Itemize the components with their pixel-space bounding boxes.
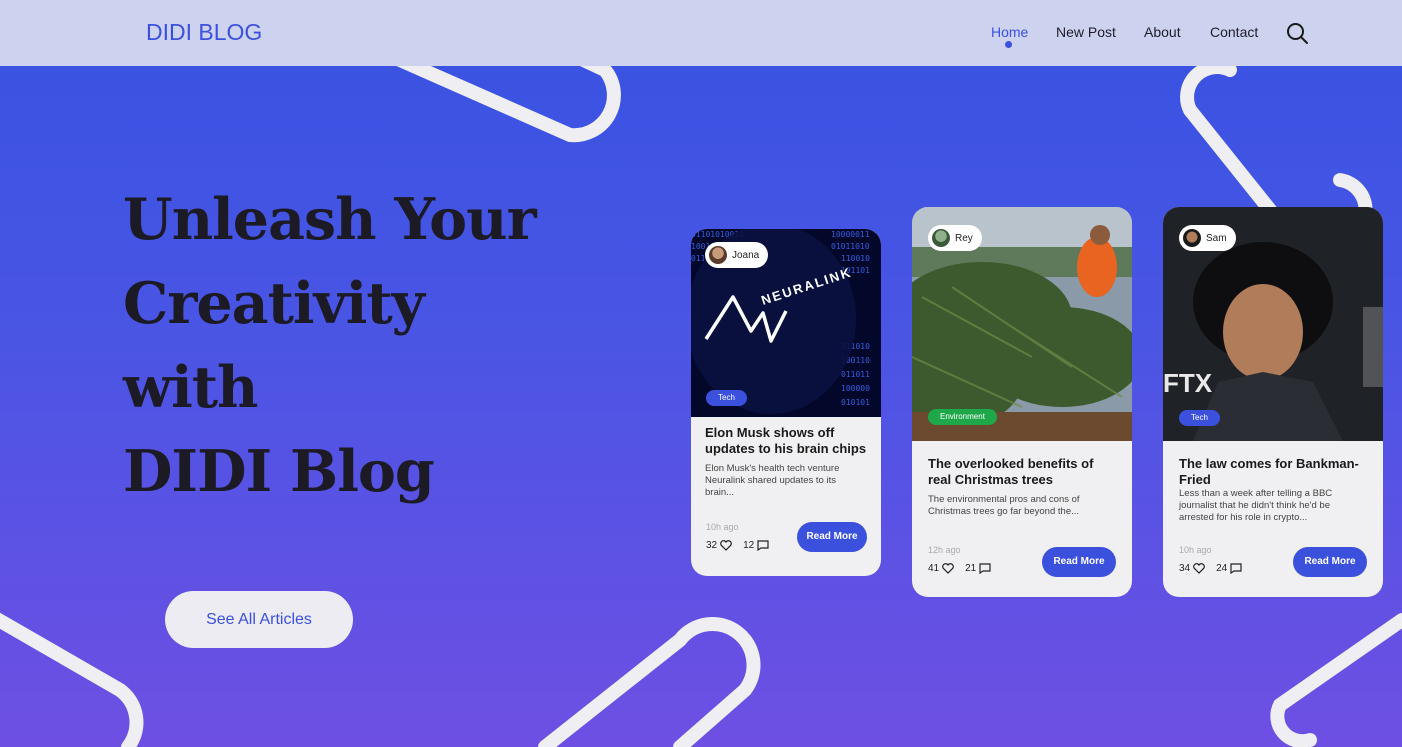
hero-title-line: with [123,354,259,421]
comment-count: 21 [965,563,977,574]
article-time: 10h ago [706,522,739,532]
read-more-button[interactable]: Read More [797,522,867,552]
svg-text:01011010: 01011010 [831,242,870,251]
svg-text:10000011: 10000011 [831,230,870,239]
svg-text:010101: 010101 [841,398,870,407]
hero-title-line: Creativity [123,270,425,337]
comment-count: 24 [1216,563,1228,574]
nav-link-home[interactable]: Home [991,24,1028,40]
article-stats: 34 24 [1179,563,1253,574]
heart-icon[interactable] [1193,563,1205,574]
article-title[interactable]: The overlooked benefits of real Christma… [928,456,1118,488]
category-tag[interactable]: Tech [706,390,747,406]
article-time: 10h ago [1179,545,1212,555]
nav-link-contact[interactable]: Contact [1210,24,1258,40]
read-more-button[interactable]: Read More [1293,547,1367,577]
site-logo[interactable]: DIDI BLOG [146,19,262,46]
avatar [1183,229,1201,247]
author-chip[interactable]: Joana [705,242,769,268]
author-name: Joana [732,249,760,261]
article-time: 12h ago [928,545,961,555]
comment-icon[interactable] [757,540,769,551]
svg-text:011011: 011011 [841,370,870,379]
heart-icon[interactable] [942,563,954,574]
article-stats: 32 12 [706,540,780,551]
article-title[interactable]: The law comes for Bankman-Fried [1179,456,1371,488]
article-stats: 41 21 [928,563,1002,574]
avatar [709,246,727,264]
top-navbar: DIDI BLOG Home New Post About Contact [0,0,1402,66]
author-name: Sam [1206,232,1227,244]
article-description: Less than a week after telling a BBC jou… [1179,488,1333,523]
nav-link-about[interactable]: About [1144,24,1181,40]
svg-text:110010: 110010 [841,254,870,263]
article-description: Elon Musk's health tech venture Neuralin… [705,463,840,498]
hero-title-line: DIDI Blog [123,438,435,505]
like-count: 32 [706,540,718,551]
article-card[interactable]: FTX Sam Tech The law comes for Bankman-F… [1163,207,1383,597]
like-count: 34 [1179,563,1191,574]
heart-icon[interactable] [720,540,732,551]
comment-icon[interactable] [1230,563,1242,574]
article-title[interactable]: Elon Musk shows off updates to his brain… [705,425,873,457]
svg-text:100000: 100000 [841,384,870,393]
nav-link-new-post[interactable]: New Post [1056,24,1116,40]
read-more-button[interactable]: Read More [1042,547,1116,577]
author-chip[interactable]: Sam [1179,225,1236,251]
article-card[interactable]: Rey Environment The overlooked benefits … [912,207,1132,597]
author-chip[interactable]: Rey [928,225,982,251]
hero-title: Unleash Your Creativity with DIDI Blog [123,178,603,514]
article-description: The environmental pros and cons of Chris… [928,494,1080,517]
like-count: 41 [928,563,940,574]
comment-count: 12 [743,540,755,551]
search-icon[interactable] [1285,21,1309,45]
category-tag[interactable]: Environment [928,409,997,425]
see-all-articles-button[interactable]: See All Articles [165,591,353,648]
ftx-backdrop-text: FTX [1163,368,1213,398]
active-indicator [1005,41,1012,48]
avatar [932,229,950,247]
hero-title-line: Unleash Your [123,186,537,253]
category-tag[interactable]: Tech [1179,410,1220,426]
comment-icon[interactable] [979,563,991,574]
article-card[interactable]: 011010100111001011010101101001010 100000… [691,229,881,576]
author-name: Rey [955,232,973,244]
